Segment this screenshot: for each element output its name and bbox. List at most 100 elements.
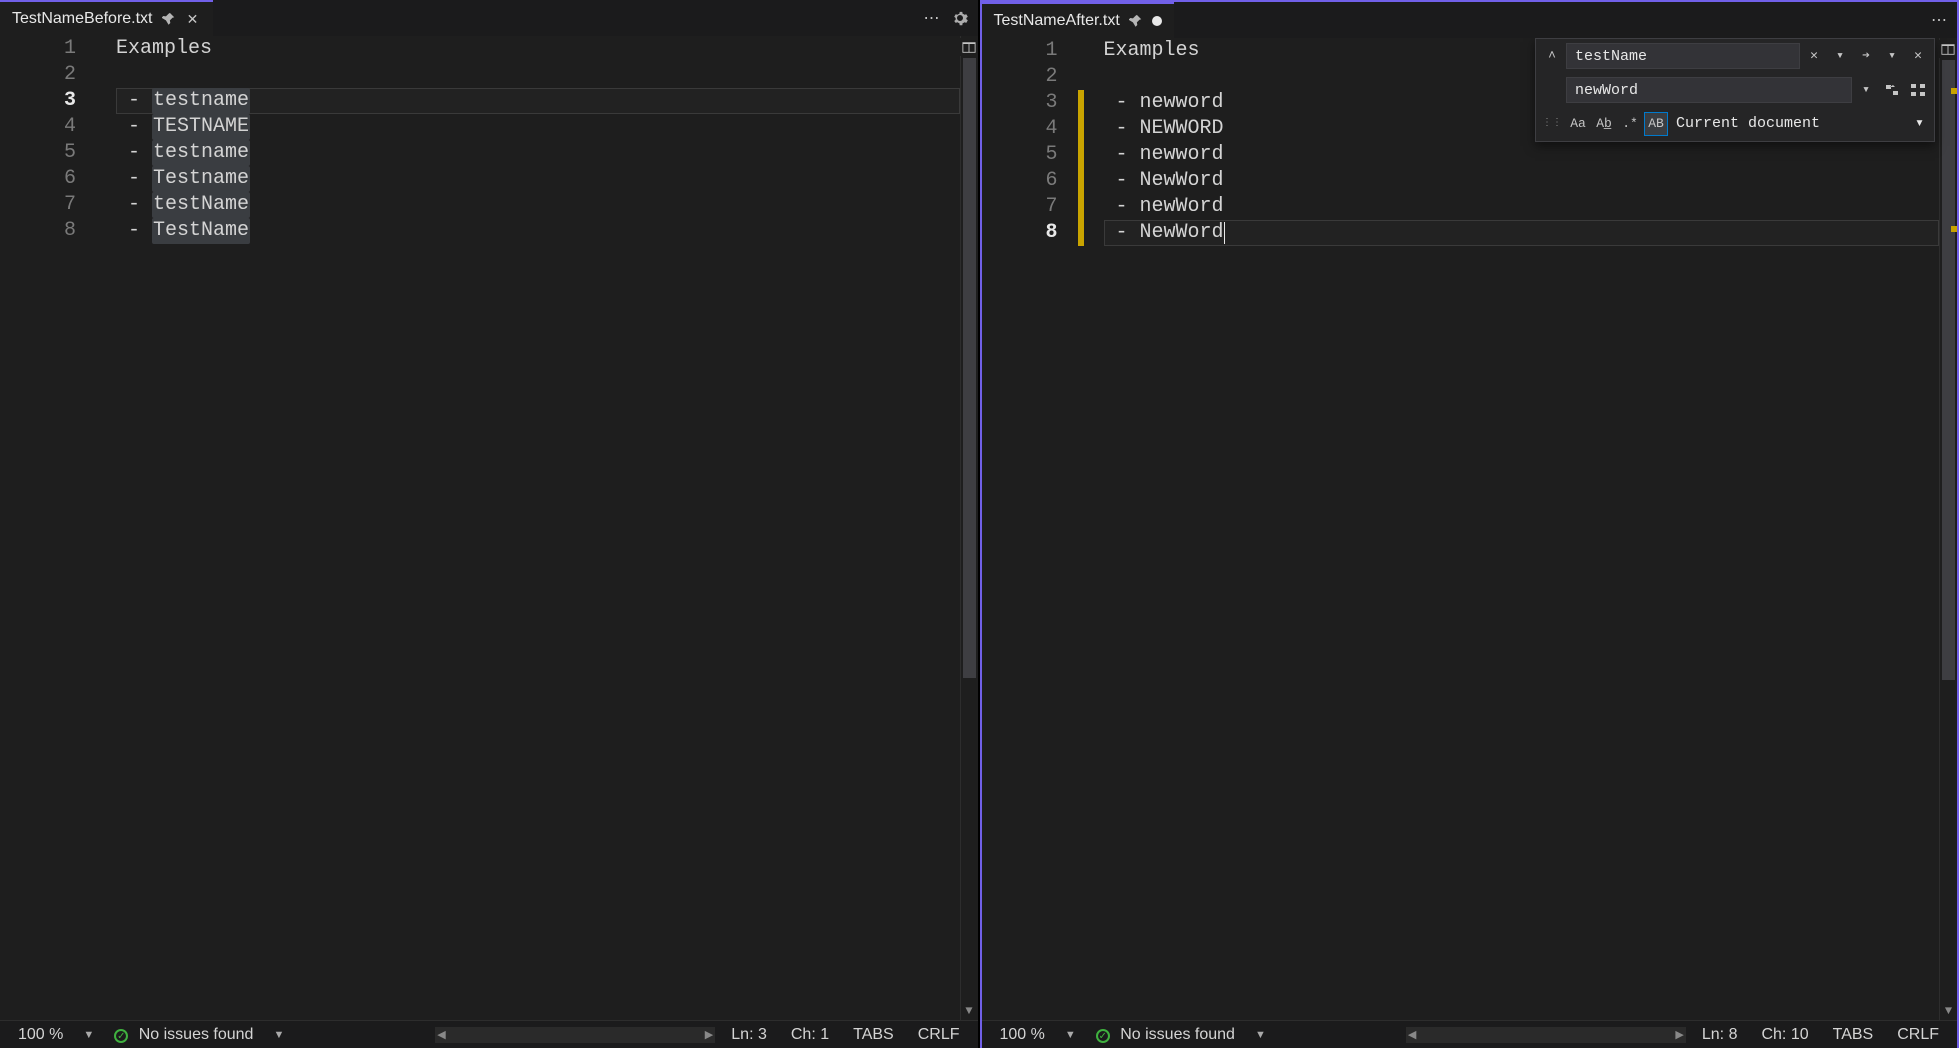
- line-number: 5: [982, 142, 1058, 168]
- cursor-line[interactable]: Ln: 8: [1694, 1026, 1746, 1044]
- replace-input[interactable]: [1566, 77, 1852, 103]
- issues-status[interactable]: ✓ No issues found: [1088, 1026, 1243, 1044]
- line-number: 1: [982, 38, 1058, 64]
- collapse-toggle-icon[interactable]: ˄: [1540, 44, 1564, 68]
- search-dropdown-icon[interactable]: ▾: [1828, 44, 1852, 68]
- preserve-case-toggle[interactable]: AB: [1644, 112, 1668, 136]
- pin-icon[interactable]: [1128, 13, 1144, 29]
- editor-left[interactable]: 12345678 Examples - testname - TESTNAME …: [0, 36, 978, 1020]
- drag-handle-icon[interactable]: ⋮⋮: [1540, 111, 1564, 137]
- code-line[interactable]: - newword: [1104, 142, 1940, 168]
- replace-dropdown-icon[interactable]: ▾: [1854, 78, 1878, 102]
- line-number: 5: [0, 140, 76, 166]
- gear-icon[interactable]: [948, 6, 972, 30]
- status-bar-right: 100 % ▼ ✓ No issues found ▼ ◀ ▶ Ln: 8 Ch…: [982, 1020, 1958, 1048]
- close-icon[interactable]: ✕: [185, 11, 201, 27]
- file-tab-right[interactable]: TestNameAfter.txt: [982, 2, 1174, 38]
- line-number-gutter: 12345678: [982, 38, 1078, 1020]
- code-line[interactable]: [116, 62, 960, 88]
- line-number: 7: [982, 194, 1058, 220]
- code-line[interactable]: - NewWord: [1104, 220, 1940, 246]
- split-editor-icon[interactable]: [1939, 40, 1957, 58]
- scroll-right-icon[interactable]: ▶: [1675, 1028, 1683, 1041]
- code-line[interactable]: Examples: [116, 36, 960, 62]
- eol-mode[interactable]: CRLF: [1889, 1026, 1947, 1044]
- line-number: 3: [982, 90, 1058, 116]
- horizontal-scrollbar[interactable]: ◀ ▶: [435, 1027, 715, 1043]
- eol-mode[interactable]: CRLF: [910, 1026, 968, 1044]
- scroll-thumb[interactable]: [963, 58, 976, 678]
- cursor-char[interactable]: Ch: 1: [783, 1026, 837, 1044]
- search-scope-label: Current document: [1676, 111, 1820, 137]
- search-input[interactable]: [1566, 43, 1800, 69]
- editor-right[interactable]: 12345678 Examples - newword - NEWWORD - …: [982, 38, 1958, 1020]
- find-next-dropdown-icon[interactable]: ▾: [1880, 44, 1904, 68]
- code-line[interactable]: - testname: [116, 140, 960, 166]
- issues-status[interactable]: ✓ No issues found: [106, 1026, 261, 1044]
- scroll-right-icon[interactable]: ▶: [705, 1028, 713, 1041]
- indent-mode[interactable]: TABS: [845, 1026, 902, 1044]
- scroll-down-icon[interactable]: ▼: [961, 1002, 978, 1020]
- line-number: 6: [982, 168, 1058, 194]
- line-number: 2: [982, 64, 1058, 90]
- clear-search-icon[interactable]: ✕: [1802, 44, 1826, 68]
- scroll-down-icon[interactable]: ▼: [1940, 1002, 1957, 1020]
- more-icon[interactable]: ⋯: [1927, 8, 1951, 32]
- find-replace-panel: ˄ ✕ ▾ ➔ ▾ ✕ ▾ ⋮⋮ Aa: [1535, 38, 1935, 142]
- line-number: 2: [0, 62, 76, 88]
- code-line[interactable]: - TESTNAME: [116, 114, 960, 140]
- line-number: 4: [982, 116, 1058, 142]
- indent-mode[interactable]: TABS: [1825, 1026, 1882, 1044]
- code-line[interactable]: - NewWord: [1104, 168, 1940, 194]
- code-content[interactable]: Examples - testname - TESTNAME - testnam…: [96, 36, 960, 1020]
- issues-dropdown-icon[interactable]: ▼: [269, 1029, 288, 1041]
- scroll-left-icon[interactable]: ◀: [1408, 1028, 1416, 1041]
- editor-pane-right: TestNameAfter.txt ⋯ 12345678 Examples - …: [980, 0, 1959, 1048]
- ok-icon: ✓: [114, 1029, 128, 1043]
- more-icon[interactable]: ⋯: [920, 6, 944, 30]
- line-number: 4: [0, 114, 76, 140]
- match-word-toggle[interactable]: Ab̲: [1592, 112, 1616, 136]
- zoom-level[interactable]: 100 %: [992, 1026, 1053, 1044]
- file-tab-left[interactable]: TestNameBefore.txt ✕: [0, 0, 213, 36]
- close-panel-icon[interactable]: ✕: [1906, 44, 1930, 68]
- scroll-left-icon[interactable]: ◀: [437, 1028, 445, 1041]
- code-line[interactable]: - newWord: [1104, 194, 1940, 220]
- issues-text: No issues found: [1120, 1026, 1235, 1043]
- split-editor-icon[interactable]: [960, 38, 978, 56]
- code-line[interactable]: - testname: [116, 88, 960, 114]
- use-regex-toggle[interactable]: .*: [1618, 112, 1642, 136]
- zoom-dropdown-icon[interactable]: ▼: [1061, 1029, 1080, 1041]
- vertical-scrollbar[interactable]: ▲ ▼: [1939, 38, 1957, 1020]
- code-line[interactable]: - TestName: [116, 218, 960, 244]
- tab-bar-right: TestNameAfter.txt ⋯: [982, 2, 1958, 38]
- file-tab-title: TestNameAfter.txt: [994, 12, 1120, 30]
- issues-text: No issues found: [139, 1026, 254, 1043]
- line-number: 6: [0, 166, 76, 192]
- line-number: 7: [0, 192, 76, 218]
- code-content[interactable]: Examples - newword - NEWWORD - newword -…: [1084, 38, 1940, 1020]
- replace-next-icon[interactable]: [1880, 78, 1904, 102]
- replace-all-icon[interactable]: [1906, 78, 1930, 102]
- unsaved-dot-icon[interactable]: [1152, 16, 1162, 26]
- line-number: 8: [0, 218, 76, 244]
- find-next-icon[interactable]: ➔: [1854, 44, 1878, 68]
- code-line[interactable]: - testName: [116, 192, 960, 218]
- issues-dropdown-icon[interactable]: ▼: [1251, 1029, 1270, 1041]
- search-scope-dropdown[interactable]: Current document ▾: [1670, 111, 1930, 137]
- scroll-thumb[interactable]: [1942, 60, 1955, 680]
- zoom-level[interactable]: 100 %: [10, 1026, 71, 1044]
- cursor-char[interactable]: Ch: 10: [1753, 1026, 1816, 1044]
- line-number-gutter: 12345678: [0, 36, 96, 1020]
- status-bar-left: 100 % ▼ ✓ No issues found ▼ ◀ ▶ Ln: 3 Ch…: [0, 1020, 978, 1048]
- pin-icon[interactable]: [161, 11, 177, 27]
- chevron-down-icon: ▾: [1915, 111, 1930, 137]
- match-case-toggle[interactable]: Aa: [1566, 112, 1590, 136]
- horizontal-scrollbar[interactable]: ◀ ▶: [1406, 1027, 1686, 1043]
- code-line[interactable]: - Testname: [116, 166, 960, 192]
- zoom-dropdown-icon[interactable]: ▼: [79, 1029, 98, 1041]
- vertical-scrollbar[interactable]: ▲ ▼: [960, 36, 978, 1020]
- line-number: 8: [982, 220, 1058, 246]
- cursor-line[interactable]: Ln: 3: [723, 1026, 775, 1044]
- file-tab-title: TestNameBefore.txt: [12, 10, 153, 28]
